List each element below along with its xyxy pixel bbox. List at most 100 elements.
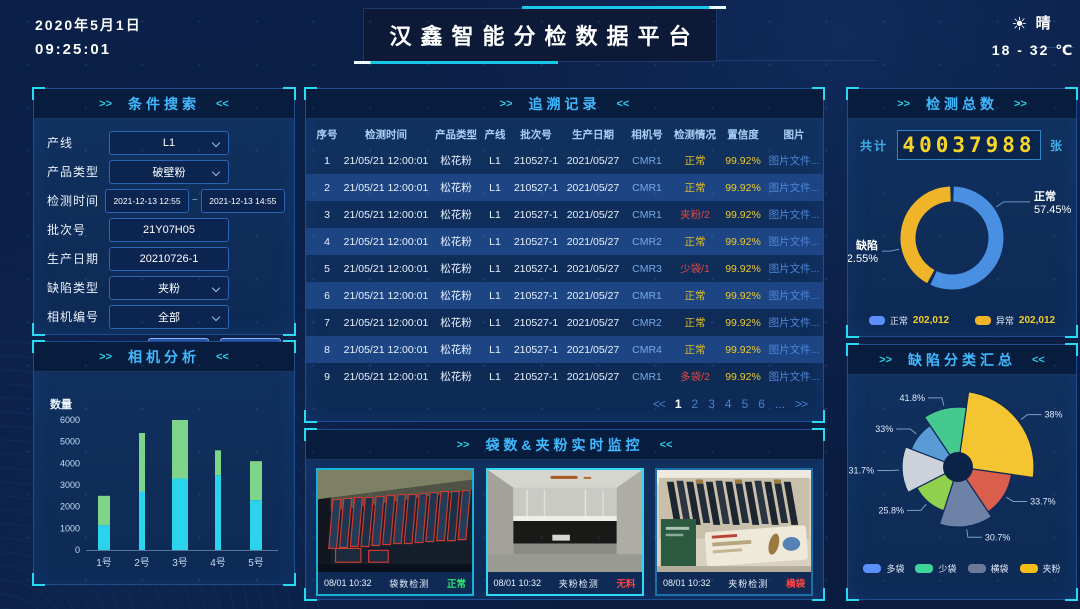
camera-feed-1-label: 袋数检测	[389, 577, 429, 590]
cell-confidence: 99.92%	[720, 371, 766, 383]
cell-no: 6	[314, 290, 340, 302]
legend-item[interactable]: 正常202,012	[869, 314, 949, 327]
legend-item[interactable]: 横袋	[968, 562, 1009, 575]
column-header: 序号	[314, 127, 340, 142]
table-row[interactable]: 121/05/21 12:00:01松花粉L1210527-12021/05/2…	[306, 147, 823, 174]
cell-image[interactable]: 图片文件...	[766, 261, 822, 276]
cell-batch: 210527-1	[510, 209, 562, 221]
chevron-down-icon	[212, 167, 220, 175]
camera-feed-1-image	[318, 470, 472, 572]
arrow-decoration: <<	[216, 98, 229, 110]
legend-item[interactable]: 少袋	[915, 562, 956, 575]
cell-camera: CMR2	[624, 236, 670, 248]
cell-camera: CMR2	[624, 317, 670, 329]
cell-no: 8	[314, 344, 340, 356]
defect-type-select[interactable]: 夹粉	[109, 276, 229, 300]
defect-rose-chart: 38%33.7%30.7%25.8%31.7%33%41.8%	[848, 379, 1077, 555]
pagination: <<123456...>>	[653, 391, 807, 417]
product-type-select[interactable]: 破壁粉	[109, 160, 229, 184]
datetime: 2020年5月1日 09:25:01	[35, 15, 142, 58]
page-button-4[interactable]: 4	[725, 397, 732, 411]
table-row[interactable]: 221/05/21 12:00:01松花粉L1210527-12021/05/2…	[306, 174, 823, 201]
arrow-decoration: >>	[500, 98, 513, 110]
arrow-decoration: >>	[897, 98, 910, 110]
cell-image[interactable]: 图片文件...	[766, 315, 822, 330]
page-button-1[interactable]: 1	[675, 397, 682, 411]
cell-time: 21/05/21 12:00:01	[340, 209, 432, 221]
product-type-select-value: 破壁粉	[153, 164, 186, 180]
line-select[interactable]: L1	[109, 131, 229, 155]
legend-item[interactable]: 异常202,012	[975, 314, 1055, 327]
prod-date-input[interactable]: 20210726-1	[109, 247, 229, 271]
cell-batch: 210527-1	[510, 290, 562, 302]
camera-feed-1-status: 正常	[447, 576, 466, 590]
detect-time-start-value: 2021-12-13 12:55	[113, 196, 180, 206]
cell-image[interactable]: 图片文件...	[766, 288, 822, 303]
search-panel: >> 条件搜索 << 产线 L1 产品类型 破壁粉	[33, 88, 295, 335]
cell-line: L1	[480, 182, 510, 194]
cell-time: 21/05/21 12:00:01	[340, 155, 432, 167]
table-row[interactable]: 821/05/21 12:00:01松花粉L1210527-12021/05/2…	[306, 336, 823, 363]
total-detections-header: >> 检测总数 >>	[848, 89, 1076, 119]
svg-text:2号: 2号	[134, 557, 150, 569]
page-button-5[interactable]: 5	[742, 397, 749, 411]
arrow-decoration: <<	[1032, 354, 1045, 366]
camera-feed-1[interactable]: 08/01 10:32 袋数检测 正常	[316, 468, 474, 596]
cell-time: 21/05/21 12:00:01	[340, 182, 432, 194]
trace-records-header: >> 追溯记录 <<	[306, 89, 823, 119]
cell-image[interactable]: 图片文件...	[766, 153, 822, 168]
batch-input[interactable]: 21Y07H05	[109, 218, 229, 242]
camera-analysis-title: 相机分析	[128, 347, 200, 367]
cell-confidence: 99.92%	[720, 263, 766, 275]
cell-batch: 210527-1	[510, 371, 562, 383]
total-value: 40037988	[902, 133, 1035, 157]
cell-confidence: 99.92%	[720, 290, 766, 302]
page-button-2[interactable]: 2	[692, 397, 699, 411]
cell-product: 松花粉	[432, 180, 480, 195]
camera-no-select[interactable]: 全部	[109, 305, 229, 329]
arrow-decoration: >>	[457, 439, 470, 451]
cell-product: 松花粉	[432, 315, 480, 330]
cell-confidence: 99.92%	[720, 209, 766, 221]
camera-no-select-value: 全部	[158, 309, 180, 325]
cell-image[interactable]: 图片文件...	[766, 234, 822, 249]
cell-image[interactable]: 图片文件...	[766, 180, 822, 195]
cell-image[interactable]: 图片文件...	[766, 342, 822, 357]
camera-feed-2[interactable]: 08/01 10:32 夹粉检测 无料	[486, 468, 644, 596]
cell-date: 2021/05/27	[562, 155, 624, 167]
table-row[interactable]: 421/05/21 12:00:01松花粉L1210527-12021/05/2…	[306, 228, 823, 255]
cell-line: L1	[480, 317, 510, 329]
camera-feed-2-image	[488, 470, 642, 572]
detect-time-end-input[interactable]: 2021-12-13 14:55	[201, 189, 285, 213]
column-header: 产线	[480, 127, 510, 142]
svg-text:3000: 3000	[60, 480, 80, 490]
cell-batch: 210527-1	[510, 317, 562, 329]
camera-feed-3[interactable]: 08/01 10:32 夹粉检测 横袋	[655, 468, 813, 596]
cell-date: 2021/05/27	[562, 182, 624, 194]
column-header: 图片	[766, 127, 822, 142]
table-row[interactable]: 521/05/21 12:00:01松花粉L1210527-12021/05/2…	[306, 255, 823, 282]
page-button-3[interactable]: 3	[708, 397, 715, 411]
legend-label: 多袋	[886, 562, 904, 575]
page-next-button[interactable]: >>	[795, 397, 807, 411]
chevron-down-icon	[212, 138, 220, 146]
cell-image[interactable]: 图片文件...	[766, 369, 822, 384]
legend-item[interactable]: 夹粉	[1020, 562, 1061, 575]
cell-status: 少袋/1	[670, 261, 720, 276]
svg-text:38%: 38%	[1044, 410, 1062, 420]
table-row[interactable]: 721/05/21 12:00:01松花粉L1210527-12021/05/2…	[306, 309, 823, 336]
cell-line: L1	[480, 344, 510, 356]
legend-item[interactable]: 多袋	[863, 562, 904, 575]
table-row[interactable]: 621/05/21 12:00:01松花粉L1210527-12021/05/2…	[306, 282, 823, 309]
table-row[interactable]: 921/05/21 12:00:01松花粉L1210527-12021/05/2…	[306, 363, 823, 390]
table-row[interactable]: 321/05/21 12:00:01松花粉L1210527-12021/05/2…	[306, 201, 823, 228]
cell-product: 松花粉	[432, 288, 480, 303]
page-button-6[interactable]: 6	[758, 397, 765, 411]
svg-text:5000: 5000	[60, 437, 80, 447]
detect-time-start-input[interactable]: 2021-12-13 12:55	[105, 189, 189, 213]
batch-input-value: 21Y07H05	[143, 224, 195, 236]
cell-image[interactable]: 图片文件...	[766, 207, 822, 222]
page-prev-button[interactable]: <<	[653, 397, 665, 411]
cell-status: 正常	[670, 153, 720, 168]
field-label-prod-date: 生产日期	[47, 250, 109, 267]
